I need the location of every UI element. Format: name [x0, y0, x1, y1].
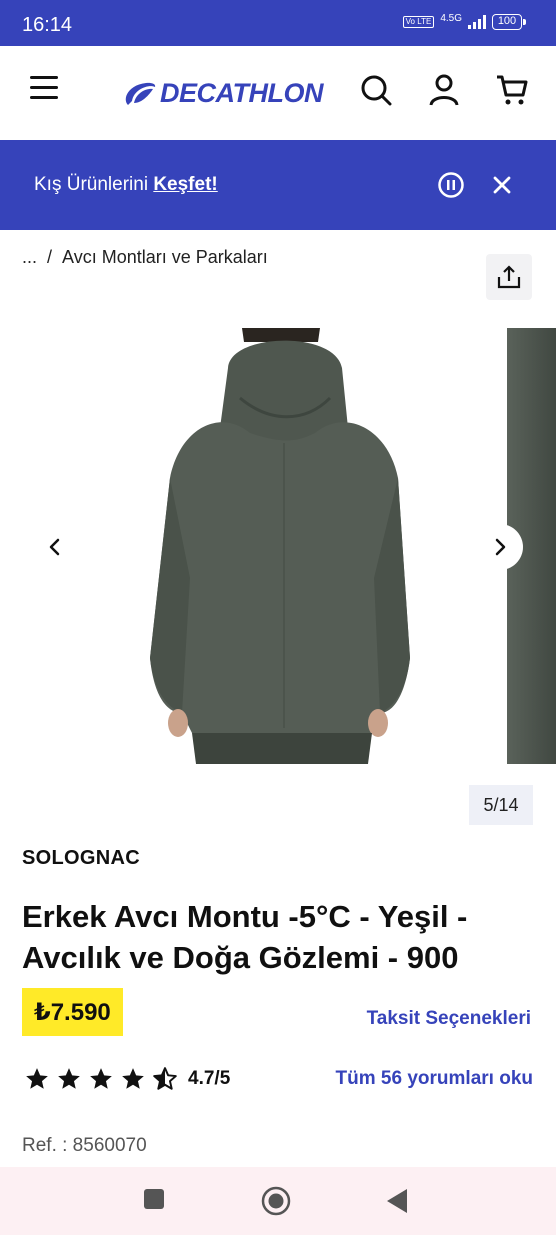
search-icon[interactable]: [359, 73, 393, 107]
home-icon[interactable]: [261, 1186, 291, 1216]
network-type: 4.5G: [440, 13, 462, 24]
image-counter: 5/14: [469, 785, 533, 825]
pause-icon[interactable]: [437, 171, 465, 199]
system-nav-bar: [0, 1167, 556, 1235]
share-button[interactable]: [486, 254, 532, 300]
banner-link[interactable]: Keşfet!: [153, 174, 217, 195]
volte-icon: Vo LTE: [402, 16, 435, 28]
status-time: 16:14: [22, 14, 73, 36]
battery-icon: 100: [492, 14, 526, 30]
star-full-icon: [90, 1068, 112, 1089]
banner-label: Kış Ürünlerini: [34, 174, 154, 195]
account-icon[interactable]: [427, 73, 461, 107]
previous-image-button[interactable]: [32, 524, 78, 570]
signal-icon: [468, 15, 486, 29]
breadcrumb-current[interactable]: Avcı Montları ve Parkaları: [62, 247, 268, 268]
site-header: DECATHLON: [0, 46, 556, 140]
star-full-icon: [26, 1068, 48, 1089]
product-price: ₺7.590: [22, 988, 123, 1036]
close-icon[interactable]: [489, 172, 515, 198]
recent-apps-icon[interactable]: [143, 1188, 165, 1210]
installment-options-link[interactable]: Taksit Seçenekleri: [367, 1008, 531, 1030]
star-full-icon: [122, 1068, 144, 1089]
star-full-icon: [58, 1068, 80, 1089]
product-image: [150, 328, 410, 764]
status-indicators: Vo LTE 4.5G 100: [402, 13, 526, 30]
breadcrumb-ellipsis[interactable]: ...: [22, 247, 37, 268]
read-reviews-link[interactable]: Tüm 56 yorumları oku: [336, 1068, 533, 1090]
product-gallery[interactable]: [0, 328, 556, 764]
decathlon-logo-mark: [125, 82, 156, 105]
product-rating[interactable]: 4.7/5: [24, 1066, 230, 1092]
rating-value: 4.7/5: [188, 1068, 231, 1089]
star-half-icon: [153, 1067, 177, 1090]
product-reference: Ref. : 8560070: [22, 1135, 147, 1156]
logo-text: DECATHLON: [160, 78, 323, 108]
breadcrumb: ... / Avcı Montları ve Parkaları: [22, 247, 268, 268]
product-title: Erkek Avcı Montu -5°C - Yeşil - Avcılık …: [22, 899, 468, 975]
promo-banner: Kış Ürünlerini Keşfet!: [0, 140, 556, 230]
share-icon: [497, 265, 521, 289]
product-brand[interactable]: SOLOGNAC: [22, 847, 140, 870]
decathlon-logo[interactable]: DECATHLON: [122, 78, 323, 109]
cart-icon[interactable]: [495, 73, 529, 107]
breadcrumb-separator: /: [47, 247, 53, 267]
next-image-button[interactable]: [477, 524, 523, 570]
back-icon[interactable]: [385, 1188, 409, 1214]
chevron-right-icon: [495, 538, 506, 556]
chevron-left-icon: [49, 538, 60, 556]
menu-icon[interactable]: [30, 76, 58, 102]
banner-text: Kış Ürünlerini Keşfet!: [34, 174, 218, 196]
status-bar: 16:14 Vo LTE 4.5G 100: [0, 0, 556, 46]
